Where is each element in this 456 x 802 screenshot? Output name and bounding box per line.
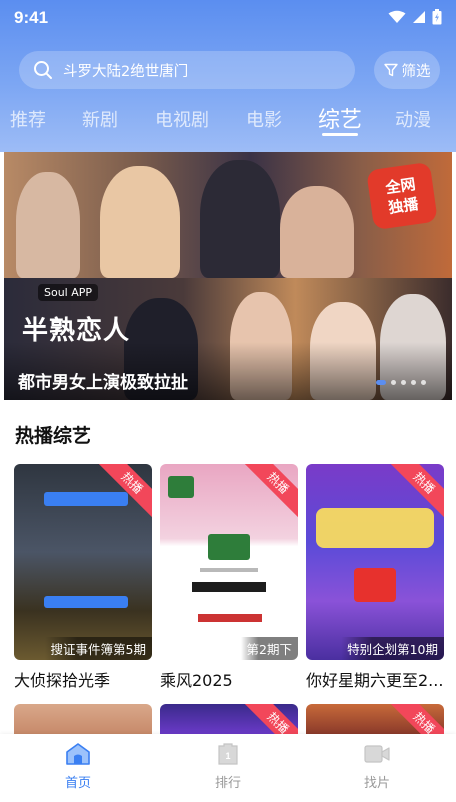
section-title: 热播综艺: [15, 425, 92, 447]
variety-card-peek[interactable]: 热播: [306, 704, 444, 734]
sponsor-logo: [354, 568, 396, 602]
filter-label: 筛选: [401, 63, 431, 80]
variety-card[interactable]: 热播 特别企划第10期 你好星期六更至2...: [306, 464, 444, 691]
poster-logo: [316, 508, 434, 548]
nav-rank-label: 排行: [214, 776, 241, 791]
banner-person: [200, 160, 280, 278]
card-title: 大侦探拾光季: [14, 671, 111, 690]
search-icon: [34, 61, 52, 79]
exclusive-badge: 全网 独播: [366, 161, 438, 231]
video-camera-icon: [364, 745, 390, 763]
poster-image: 热播 第2期下: [160, 464, 298, 660]
battery-icon: [432, 9, 442, 25]
sponsor-logo: [192, 582, 266, 592]
svg-text:1: 1: [225, 751, 230, 761]
tab-movies[interactable]: 电影: [246, 106, 282, 132]
signal-icon: [413, 11, 425, 23]
tab-recommend[interactable]: 推荐: [10, 106, 46, 132]
active-tab-indicator: [322, 133, 358, 136]
tab-variety[interactable]: 综艺: [318, 102, 362, 134]
poster-image: 热播 搜证事件簿第5期: [14, 464, 152, 660]
carousel-dot[interactable]: [401, 380, 406, 385]
banner-caption: 都市男女上演极致拉扯: [18, 373, 188, 393]
ranking-icon: 1: [218, 743, 238, 765]
hero-banner[interactable]: 全网 独播 Soul APP 半熟恋人 都市男女上演极致拉扯: [4, 152, 452, 400]
category-tabs: 推荐 新剧 电视剧 电影 综艺 动漫: [0, 100, 456, 144]
variety-card[interactable]: 热播 搜证事件簿第5期 大侦探拾光季: [14, 464, 152, 691]
banner-person: [16, 172, 80, 278]
card-title: 乘风2025: [160, 671, 233, 690]
sponsor-logo: [44, 492, 128, 506]
sponsor-logo: [44, 596, 128, 608]
status-time: 9:41: [14, 8, 49, 27]
episode-label: 第2期下: [240, 637, 298, 660]
tab-anime[interactable]: 动漫: [395, 106, 431, 132]
carousel-dots[interactable]: [376, 380, 426, 385]
bottom-nav: 首页 1 排行 找片: [0, 734, 456, 802]
episode-label: 搜证事件簿第5期: [44, 637, 152, 660]
poster-divider: [200, 568, 258, 572]
variety-card[interactable]: 热播 第2期下 乘风2025: [160, 464, 298, 691]
carousel-dot[interactable]: [376, 380, 386, 385]
status-bar: 9:41: [0, 0, 456, 36]
variety-card-peek[interactable]: [14, 704, 152, 734]
nav-find-film-label: 找片: [363, 776, 390, 791]
sponsor-logo: [208, 534, 250, 560]
tab-new-drama[interactable]: 新剧: [82, 106, 118, 132]
carousel-dot[interactable]: [391, 380, 396, 385]
card-title: 你好星期六更至2...: [306, 671, 444, 690]
status-icons: [388, 9, 442, 25]
episode-label: 特别企划第10期: [341, 637, 444, 660]
carousel-dot[interactable]: [421, 380, 426, 385]
header: 9:41 斗罗大陆2绝世唐门 筛选 推荐 新剧 电视剧 电影 综艺 动漫: [0, 0, 456, 152]
wifi-icon: [388, 10, 406, 23]
banner-person: [280, 186, 354, 278]
filter-icon: [383, 63, 398, 77]
poster-logo: [36, 522, 132, 574]
nav-home[interactable]: 首页: [48, 742, 108, 791]
poster-image: 热播 特别企划第10期: [306, 464, 444, 660]
search-bar[interactable]: 斗罗大陆2绝世唐门: [19, 51, 355, 89]
variety-card-peek[interactable]: 热播: [160, 704, 298, 734]
carousel-dot[interactable]: [411, 380, 416, 385]
filter-button[interactable]: 筛选: [374, 51, 440, 89]
nav-home-label: 首页: [64, 776, 91, 791]
home-icon: [66, 743, 90, 765]
sponsor-logo: [168, 476, 194, 498]
hot-badge: 热播: [241, 704, 298, 734]
sponsor-logo: [198, 614, 262, 622]
app-tag: Soul APP: [38, 284, 99, 301]
hot-badge: 热播: [387, 704, 444, 734]
nav-find-film[interactable]: 找片: [347, 742, 407, 791]
tab-tv-series[interactable]: 电视剧: [155, 106, 209, 132]
nav-rank[interactable]: 1 排行: [198, 742, 258, 791]
banner-person: [100, 166, 180, 278]
hot-badge: 热播: [241, 464, 298, 520]
search-input[interactable]: 斗罗大陆2绝世唐门: [63, 60, 188, 81]
